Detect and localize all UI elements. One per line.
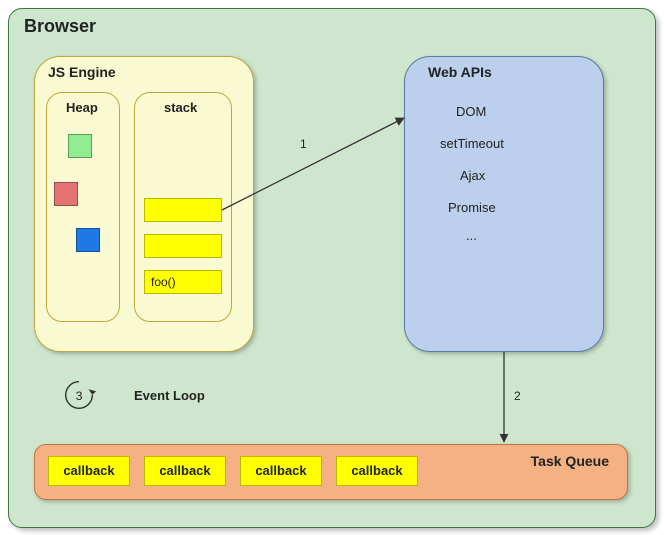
heap-box [46,92,120,322]
callback-cell: callback [48,456,130,486]
heap-block-green [68,134,92,158]
heap-block-red [54,182,78,206]
callback-cell: callback [144,456,226,486]
stack-cell: foo() [144,270,222,294]
callback-cell: callback [336,456,418,486]
stack-cell [144,198,222,222]
event-loop-icon: 3 [60,376,98,414]
heap-block-blue [76,228,100,252]
stack-title: stack [164,100,197,115]
stack-cell [144,234,222,258]
heap-title: Heap [66,100,98,115]
callback-cell: callback [240,456,322,486]
js-engine-title: JS Engine [48,64,116,80]
web-api-item: setTimeout [440,136,504,151]
event-loop-label: Event Loop [134,388,205,403]
event-loop-number: 3 [76,389,83,403]
web-apis-title: Web APIs [428,64,492,80]
web-apis-box [404,56,604,352]
web-api-item: Promise [448,200,496,215]
diagram-canvas: Browser JS Engine Heap stack foo() Web A… [0,0,664,535]
web-api-item: Ajax [460,168,485,183]
browser-title: Browser [24,16,96,37]
web-api-item: ... [466,228,477,243]
web-api-item: DOM [456,104,486,119]
task-queue-title: Task Queue [531,453,609,469]
